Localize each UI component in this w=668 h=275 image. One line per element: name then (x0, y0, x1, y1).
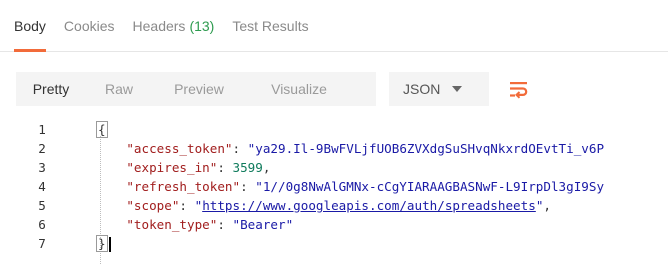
view-raw-button[interactable]: Raw (86, 72, 152, 106)
code-text: "expires_in": 3599, (126, 160, 271, 175)
wrap-lines-button[interactable] (499, 72, 539, 106)
tab-cookies[interactable]: Cookies (64, 0, 115, 52)
code-text: "refresh_token": "1//0g8NwAlGMNx-cCgYIAR… (126, 179, 605, 194)
json-key: "expires_in" (126, 160, 218, 175)
json-value: "ya29.Il-9BwFVLjfUOB6ZVXdgSuSHvqNkxrdOEv… (247, 141, 605, 156)
json-key: "token_type" (126, 217, 218, 232)
chevron-down-icon (452, 86, 463, 92)
scope-url-link[interactable]: https://www.googleapis.com/auth/spreadsh… (202, 198, 536, 213)
code-line: 5 "scope": "https://www.googleapis.com/a… (0, 196, 668, 215)
line-number: 2 (38, 141, 46, 156)
json-value: "1//0g8NwAlGMNx-cCgYIARAAGBASNwF-L9IrpDl… (255, 179, 605, 194)
tab-body-label: Body (14, 17, 46, 34)
json-value: 3599 (232, 160, 263, 175)
tab-cookies-label: Cookies (63, 17, 115, 34)
close-brace: } (96, 234, 108, 252)
json-key: "scope" (126, 198, 180, 213)
json-key: "access_token" (126, 141, 233, 156)
format-select[interactable]: JSON (389, 72, 489, 106)
line-number: 6 (38, 217, 46, 232)
json-response-editor[interactable]: 1 { 2 "access_token": "ya29.Il-9BwFVLjfU… (0, 120, 668, 275)
code-text: } (96, 234, 111, 252)
code-line: 1 { (0, 120, 668, 139)
line-number: 1 (38, 122, 46, 137)
response-tabs: Body Cookies Headers (13) Test Results (0, 0, 668, 52)
code-text: "access_token": "ya29.Il-9BwFVLjfUOB6ZVX… (126, 141, 605, 156)
line-number: 5 (38, 198, 46, 213)
tab-test-results-label: Test Results (232, 17, 309, 34)
view-visualize-button[interactable]: Visualize (246, 72, 352, 106)
code-line: 2 "access_token": "ya29.Il-9BwFVLjfUOB6Z… (0, 139, 668, 158)
tab-body[interactable]: Body (14, 0, 46, 52)
code-text: "token_type": "Bearer" (126, 217, 294, 232)
code-line: 6 "token_type": "Bearer" (0, 215, 668, 234)
json-value-quote: " (535, 198, 544, 213)
json-value: "Bearer" (232, 217, 294, 232)
line-number: 4 (38, 179, 46, 194)
line-number: 3 (38, 160, 46, 175)
json-key: "refresh_token" (126, 179, 241, 194)
response-toolbar: Pretty Raw Preview Visualize JSON (0, 67, 668, 107)
tab-test-results[interactable]: Test Results (232, 0, 308, 52)
code-line: 3 "expires_in": 3599, (0, 158, 668, 177)
tab-headers[interactable]: Headers (13) (133, 0, 215, 52)
code-text: "scope": "https://www.googleapis.com/aut… (126, 198, 551, 213)
open-brace: { (96, 121, 108, 138)
tab-headers-label: Headers (132, 17, 186, 34)
wrap-lines-icon (510, 82, 528, 99)
format-select-value: JSON (403, 81, 441, 97)
view-preview-button[interactable]: Preview (152, 72, 246, 106)
response-panel: Body Cookies Headers (13) Test Results P… (0, 0, 668, 275)
code-text: { (96, 121, 108, 138)
view-mode-segmented-control: Pretty Raw Preview Visualize (16, 72, 376, 106)
line-number: 7 (38, 236, 46, 251)
code-line: 7 } (0, 234, 668, 253)
text-cursor (108, 236, 111, 252)
view-pretty-button[interactable]: Pretty (16, 72, 86, 106)
headers-count-badge: (13) (189, 17, 215, 34)
code-line: 4 "refresh_token": "1//0g8NwAlGMNx-cCgYI… (0, 177, 668, 196)
